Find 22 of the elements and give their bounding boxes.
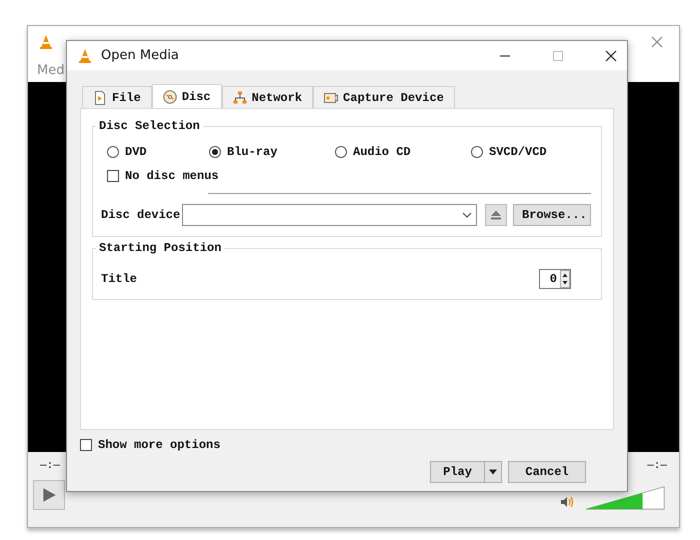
radio-option[interactable]: Audio CD <box>335 145 471 159</box>
group-title: Disc Selection <box>98 119 201 133</box>
play-button[interactable]: Play <box>430 461 502 483</box>
checkbox-option[interactable]: Show more options <box>80 438 614 452</box>
tab[interactable]: Disc <box>152 84 222 108</box>
menu-item[interactable]: Med <box>37 62 64 78</box>
checkbox-option[interactable]: No disc menus <box>107 169 591 183</box>
title-spinbox[interactable]: 0 <box>538 269 571 289</box>
field-label: Disc device <box>101 208 178 222</box>
radio-option[interactable]: Blu-ray <box>209 145 335 159</box>
window-title: Open Media <box>101 48 179 63</box>
group-title: Starting Position <box>98 241 222 255</box>
tab[interactable]: File <box>82 86 152 108</box>
time-label: —:— <box>647 460 667 472</box>
time-label: —:— <box>40 460 60 472</box>
tab[interactable]: Network <box>222 86 314 108</box>
cancel-button[interactable]: Cancel <box>508 461 586 483</box>
tab[interactable]: Capture Device <box>313 86 455 108</box>
radio-option[interactable]: SVCD/VCD <box>471 145 591 159</box>
browse-button[interactable]: Browse... <box>513 204 591 226</box>
field-label: Title <box>101 272 138 286</box>
radio-option[interactable]: DVD <box>107 145 209 159</box>
